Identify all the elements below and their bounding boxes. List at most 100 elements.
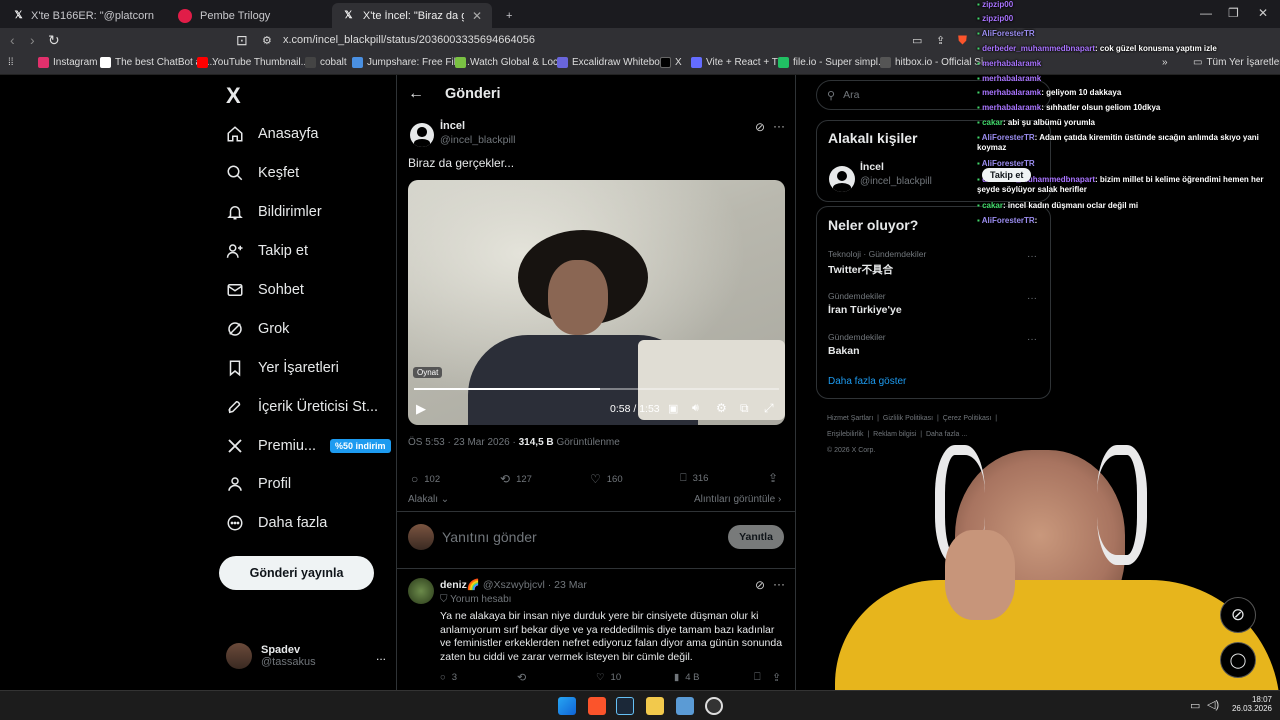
- folder-icon[interactable]: [646, 697, 664, 715]
- new-tab-button[interactable]: +: [496, 3, 522, 28]
- nav-profile[interactable]: Profil: [226, 475, 291, 493]
- chat-username[interactable]: merhabalaramk: [982, 74, 1041, 83]
- reply-input[interactable]: Yanıtını gönder: [442, 529, 537, 545]
- fullscreen-icon[interactable]: ⤢: [764, 401, 774, 416]
- url-input[interactable]: x.com/incel_blackpill/status/20360033356…: [283, 34, 535, 46]
- network-icon[interactable]: ▭: [1190, 699, 1200, 712]
- nav-bookmarks[interactable]: Yer İşaretleri: [226, 359, 339, 377]
- nav-more[interactable]: Daha fazla: [226, 514, 327, 532]
- more-options-icon[interactable]: ···: [1027, 293, 1037, 304]
- like-action[interactable]: ♡ 160: [590, 472, 623, 486]
- messages-float-icon[interactable]: ◯: [1220, 642, 1256, 678]
- pip-icon[interactable]: ⧉: [740, 401, 749, 416]
- video-progress-track[interactable]: [414, 388, 779, 390]
- chat-username[interactable]: zipzip00: [982, 14, 1013, 23]
- reply-action[interactable]: ○ 102: [411, 472, 440, 486]
- footer-link[interactable]: Çerez Politikası: [943, 415, 992, 422]
- bookmark-fileio[interactable]: file.io - Super simpl...: [778, 57, 886, 68]
- chat-username[interactable]: derbeder_muhammedbnapart: [982, 44, 1095, 53]
- cast-icon[interactable]: ▭: [912, 34, 922, 47]
- share-icon[interactable]: ⇪: [768, 471, 778, 485]
- chat-username[interactable]: AliForesterTR: [982, 133, 1035, 142]
- obs-icon[interactable]: [705, 697, 723, 715]
- bookmark-x[interactable]: X: [660, 57, 682, 68]
- nav-creator-studio[interactable]: İçerik Üreticisi St...: [226, 398, 378, 416]
- sort-relevant[interactable]: Alakalı ⌄: [408, 494, 449, 505]
- chat-username[interactable]: merhabalaramk: [982, 59, 1041, 68]
- more-options-icon[interactable]: ···: [773, 577, 785, 591]
- repost-icon[interactable]: ⟲: [517, 671, 526, 684]
- show-more-link[interactable]: Daha fazla göster: [828, 376, 906, 387]
- nav-notifications[interactable]: Bildirimler: [226, 203, 322, 221]
- nav-explore[interactable]: Keşfet: [226, 164, 299, 182]
- site-info-icon[interactable]: ⚙: [262, 34, 272, 47]
- account-switcher[interactable]: Spadev @tassakus ...: [226, 643, 386, 669]
- nav-premium[interactable]: Premiu... %50 indirim: [226, 437, 391, 455]
- more-options-icon[interactable]: ···: [1027, 251, 1037, 262]
- reply-handle[interactable]: @Xszwybjcvl · 23 Mar: [483, 579, 587, 591]
- tab-pembe-trilogy[interactable]: Pembe Trilogy: [168, 3, 328, 28]
- share-icon[interactable]: ⇪: [772, 671, 781, 684]
- bookmark-jumpshare[interactable]: Jumpshare: Free File...: [352, 57, 470, 68]
- footer-link[interactable]: Hizmet Şartları: [827, 415, 873, 422]
- chat-username[interactable]: AliForesterTR: [982, 216, 1035, 225]
- trend-item[interactable]: Gündemdekiler Bakan: [828, 332, 1038, 357]
- share-icon[interactable]: ⇪: [936, 34, 945, 47]
- reply-submit-button[interactable]: Yanıtla: [728, 525, 784, 549]
- nav-grok[interactable]: Grok: [226, 320, 289, 338]
- more-options-icon[interactable]: ...: [376, 649, 386, 663]
- bookmark-cobalt[interactable]: cobalt: [305, 57, 347, 68]
- reply-author[interactable]: deniz🌈: [440, 579, 480, 591]
- author-handle[interactable]: @incel_blackpill: [440, 134, 515, 146]
- volume-icon[interactable]: 🔊︎: [692, 402, 699, 415]
- post-button[interactable]: Gönderi yayınla: [219, 556, 374, 590]
- reply-reply-action[interactable]: ○ 3: [440, 672, 457, 683]
- bookmark-excalidraw[interactable]: Excalidraw Whitebo...: [557, 57, 668, 68]
- bookmark-instagram[interactable]: Instagram: [38, 57, 97, 68]
- nav-chat[interactable]: Sohbet: [226, 281, 304, 299]
- grok-explain-icon[interactable]: ⊘: [755, 578, 765, 592]
- nav-follow[interactable]: Takip et: [226, 242, 308, 260]
- bookmark-page-icon[interactable]: ⊡: [236, 32, 248, 49]
- related-avatar[interactable]: [829, 166, 855, 192]
- start-icon[interactable]: [558, 697, 576, 715]
- tab-b166er[interactable]: 𝕏 X'te B166ER: "@platcornweb 15 yıl d...: [4, 3, 164, 28]
- forward-icon[interactable]: ›: [30, 32, 35, 48]
- related-handle[interactable]: @incel_blackpill: [860, 176, 932, 187]
- brave-icon[interactable]: [588, 697, 606, 715]
- close-tab-icon[interactable]: ✕: [472, 9, 482, 23]
- play-icon[interactable]: ▶: [416, 401, 426, 417]
- chat-username[interactable]: merhabalaramk: [982, 103, 1041, 112]
- chat-username[interactable]: AliForesterTR: [982, 159, 1035, 168]
- more-options-icon[interactable]: ···: [773, 119, 785, 133]
- clock[interactable]: 18:07 26.03.2026: [1226, 695, 1272, 713]
- apps-icon[interactable]: ⁞⁞: [8, 57, 14, 68]
- bookmark-hitbox[interactable]: hitbox.io - Official Si...: [880, 57, 992, 68]
- follow-button[interactable]: Takip et: [982, 168, 1032, 182]
- related-name[interactable]: İncel: [860, 161, 884, 173]
- video-player[interactable]: Oynat ▶ 0:58 / 1:53 ▣ 🔊︎ ⚙ ⧉ ⤢: [408, 180, 785, 425]
- captions-icon[interactable]: ▣: [668, 402, 678, 415]
- view-quotes-link[interactable]: Alıntıları görüntüle ›: [694, 494, 781, 505]
- footer-link[interactable]: Gizlilik Politikası: [883, 415, 933, 422]
- reply-views[interactable]: ▮ 4 B: [674, 672, 700, 683]
- chat-username[interactable]: zipzip00: [982, 0, 1013, 9]
- steam-icon[interactable]: [616, 697, 634, 715]
- avatar[interactable]: [408, 578, 434, 604]
- author-avatar[interactable]: [410, 123, 434, 147]
- reload-icon[interactable]: ↻: [48, 32, 60, 49]
- more-options-icon[interactable]: ···: [1027, 334, 1037, 345]
- bookmark-watch[interactable]: Watch Global & Loc...: [455, 57, 566, 68]
- bookmark-icon[interactable]: ⎕: [754, 671, 761, 684]
- reply-like-action[interactable]: ♡ 10: [596, 672, 621, 683]
- settings-icon[interactable]: ⚙: [716, 401, 727, 415]
- grok-float-icon[interactable]: ⊘: [1220, 597, 1256, 633]
- chat-username[interactable]: cakar: [982, 118, 1003, 127]
- trend-item[interactable]: Teknoloji · Gündemdekiler Twitter不具合: [828, 249, 1038, 277]
- tab-incel-post[interactable]: 𝕏 X'te İncel: "Biraz da gerçekler... h ✕: [332, 3, 492, 28]
- repost-action[interactable]: ⟲ 127: [500, 472, 532, 486]
- bookmark-vite[interactable]: Vite + React + TS: [691, 57, 785, 68]
- photos-icon[interactable]: [676, 697, 694, 715]
- chat-username[interactable]: AliForesterTR: [982, 29, 1035, 38]
- author-name[interactable]: İncel: [440, 120, 465, 132]
